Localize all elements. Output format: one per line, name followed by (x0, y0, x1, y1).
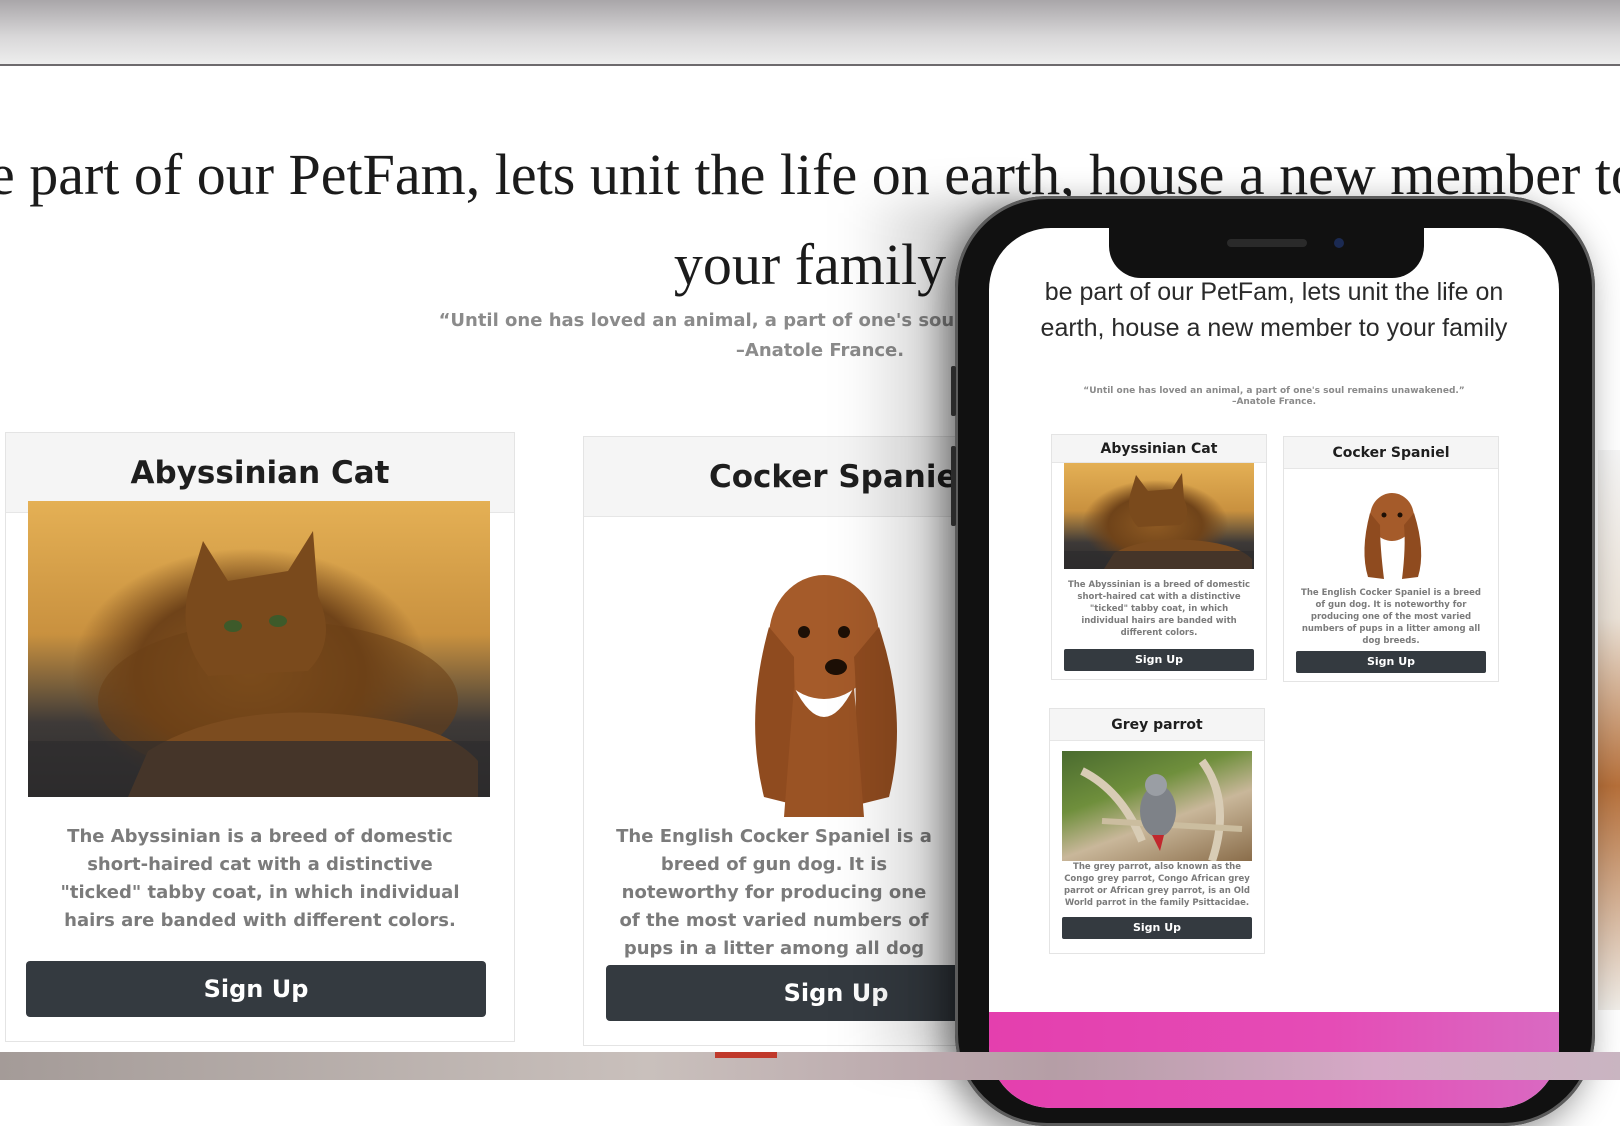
card-description: The Abyssinian is a breed of domestic sh… (60, 826, 460, 931)
phone-volume-button (951, 446, 956, 526)
browser-top-band (0, 0, 1620, 66)
signup-button[interactable]: Sign Up (1064, 649, 1254, 671)
signup-button[interactable]: Sign Up (1296, 651, 1486, 673)
pet-card-abyssinian: Abyssinian Cat The Abyssinian is a breed… (5, 432, 515, 1042)
camera-icon (1334, 238, 1344, 248)
card-description: The grey parrot, also known as the Congo… (1064, 862, 1250, 908)
card-title: Cocker Spaniel (1284, 437, 1498, 469)
signup-button[interactable]: Sign Up (26, 961, 486, 1017)
mobile-quote-text: “Until one has loved an animal, a part o… (1083, 386, 1465, 396)
mobile-heading: be part of our PetFam, lets unit the lif… (1040, 278, 1508, 342)
mobile-quote-author: –Anatole France. (1231, 397, 1317, 407)
phone-screen: be part of our PetFam, lets unit the lif… (989, 228, 1559, 1108)
mobile-card-grey-parrot: Grey parrot The grey parrot, also known … (1049, 708, 1265, 954)
cocker-spaniel-photo (1352, 481, 1432, 581)
card-title: Abyssinian Cat (1052, 435, 1266, 463)
signup-button[interactable]: Sign Up (1062, 917, 1252, 939)
grey-parrot-photo (1062, 751, 1252, 861)
bottom-band (0, 1052, 1620, 1080)
abyssinian-cat-photo (1064, 463, 1254, 569)
mobile-card-abyssinian: Abyssinian Cat The Abyssinian is a breed… (1051, 434, 1267, 680)
card-title: Grey parrot (1050, 709, 1264, 741)
phone-mockup: be part of our PetFam, lets unit the lif… (951, 196, 1595, 1126)
card-description: The Abyssinian is a breed of domestic sh… (1067, 580, 1251, 638)
offscreen-card-edge (1598, 450, 1620, 1010)
mobile-quote: “Until one has loved an animal, a part o… (1059, 386, 1489, 408)
phone-mute-button (951, 366, 956, 416)
abyssinian-cat-photo (28, 501, 490, 797)
phone-notch (1109, 228, 1424, 278)
mobile-card-cocker-spaniel: Cocker Spaniel The English Cocker Spanie… (1283, 436, 1499, 682)
card-description: The English Cocker Spaniel is a breed of… (1301, 588, 1481, 646)
